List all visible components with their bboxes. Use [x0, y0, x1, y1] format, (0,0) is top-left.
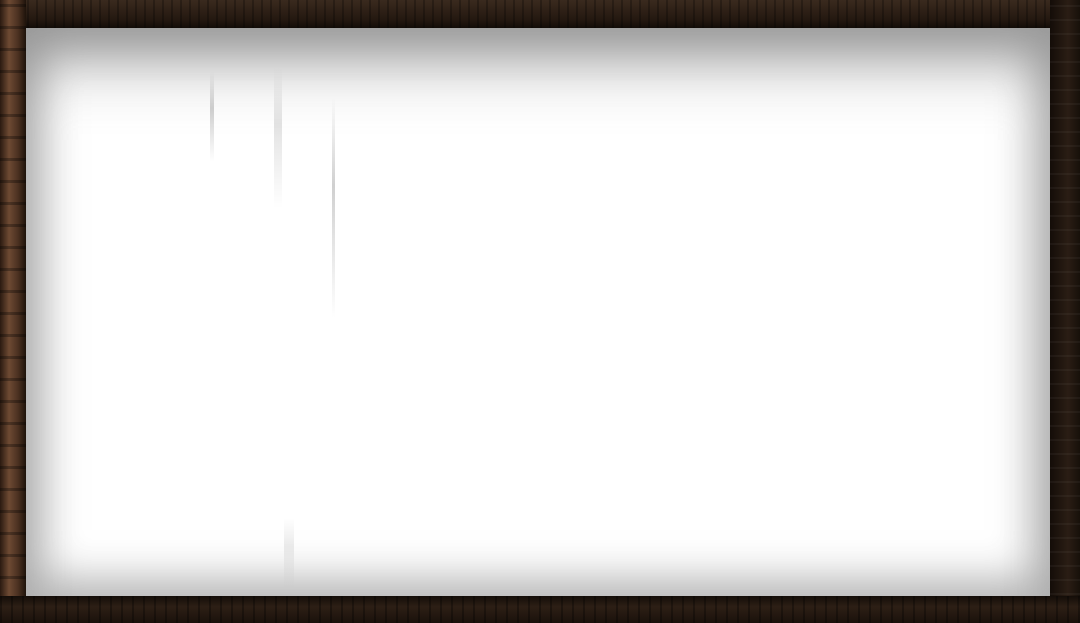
smudge-streak: [284, 518, 294, 588]
frame-left-edge: [0, 0, 26, 623]
frame-right-edge: [1050, 0, 1080, 623]
smudge-streak: [332, 98, 335, 318]
blank-white-panel: [26, 28, 1050, 596]
wooden-frame: [0, 0, 1080, 623]
frame-top-edge: [0, 0, 1080, 28]
smudge-streak: [210, 72, 214, 162]
smudge-streak: [274, 68, 282, 208]
frame-bottom-edge: [0, 596, 1080, 623]
